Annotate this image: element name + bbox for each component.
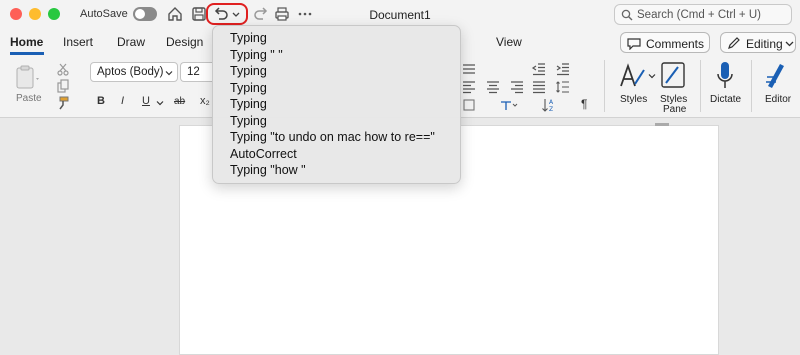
align-left-icon[interactable] (461, 80, 477, 94)
subscript-button[interactable]: x₂ (200, 95, 210, 107)
align-center-icon[interactable] (485, 80, 501, 94)
bold-button[interactable]: B (97, 95, 105, 107)
tab-insert[interactable]: Insert (63, 35, 93, 49)
paste-icon[interactable] (12, 64, 42, 90)
editing-button[interactable]: Editing (720, 32, 796, 53)
editor-label: Editor (765, 94, 792, 105)
styles-label: Styles (620, 94, 648, 105)
styles-pane-icon[interactable] (660, 61, 688, 91)
search-icon (621, 9, 633, 21)
ribbon-divider (604, 60, 605, 112)
comments-button-label: Comments (646, 37, 705, 51)
editing-button-label: Editing (746, 37, 783, 51)
ribbon-divider (700, 60, 701, 112)
bullets-icon[interactable] (461, 62, 477, 76)
increase-indent-icon[interactable] (555, 62, 571, 76)
undo-menu-item[interactable]: Typing (230, 31, 267, 45)
styles-pane-label-line2: Pane (663, 104, 687, 115)
format-painter-icon[interactable] (56, 96, 70, 110)
chevron-down-icon[interactable] (156, 99, 164, 107)
ruler-marker (655, 123, 669, 126)
editor-icon[interactable] (764, 60, 792, 90)
font-size-select[interactable]: 12 (180, 62, 212, 82)
italic-button[interactable]: I (121, 95, 124, 107)
tab-design[interactable]: Design (166, 35, 203, 49)
chevron-down-icon (785, 41, 794, 47)
comments-button[interactable]: Comments (620, 32, 710, 53)
title-bar: AutoSave Document1 Search (Cmd + Ctrl + … (0, 0, 800, 28)
shading-icon[interactable] (461, 98, 477, 112)
decrease-indent-icon[interactable] (531, 62, 547, 76)
undo-menu-item[interactable]: Typing "how " (230, 163, 306, 177)
copy-icon[interactable] (56, 79, 70, 93)
pencil-icon (728, 37, 740, 49)
font-name-value: Aptos (Body) (97, 66, 164, 78)
align-right-icon[interactable] (509, 80, 525, 94)
tab-draw[interactable]: Draw (117, 35, 145, 49)
microphone-icon[interactable] (715, 60, 735, 92)
undo-menu-item[interactable]: Typing (230, 64, 267, 78)
search-input[interactable]: Search (Cmd + Ctrl + U) (614, 4, 792, 25)
font-name-select[interactable]: Aptos (Body) (90, 62, 178, 82)
undo-history-menu: Typing Typing " " Typing Typing Typing T… (212, 25, 461, 184)
line-spacing-icon[interactable] (555, 80, 571, 94)
paste-label: Paste (16, 93, 42, 104)
tab-view[interactable]: View (496, 35, 522, 49)
underline-button[interactable]: U (142, 95, 150, 107)
undo-menu-item[interactable]: Typing "to undo on mac how to re==" (230, 130, 435, 144)
undo-menu-item[interactable]: Typing (230, 97, 267, 111)
strikethrough-button[interactable]: ab (174, 96, 185, 107)
dictate-label: Dictate (710, 94, 742, 105)
chevron-down-icon (165, 71, 173, 76)
undo-menu-item[interactable]: AutoCorrect (230, 147, 297, 161)
pilcrow-icon[interactable]: ¶ (581, 97, 587, 111)
comment-icon (627, 38, 641, 50)
cut-icon[interactable] (56, 62, 70, 76)
chevron-down-icon[interactable] (648, 72, 656, 80)
tab-home[interactable]: Home (10, 35, 43, 49)
undo-menu-item[interactable]: Typing (230, 81, 267, 95)
font-size-value: 12 (187, 66, 200, 78)
ribbon-divider (751, 60, 752, 112)
search-placeholder: Search (Cmd + Ctrl + U) (637, 9, 761, 21)
active-tab-indicator (10, 52, 44, 55)
svg-text:Z: Z (549, 106, 553, 112)
undo-menu-item[interactable]: Typing " " (230, 48, 283, 62)
justify-icon[interactable] (531, 80, 547, 94)
text-direction-icon[interactable] (498, 98, 518, 112)
svg-text:A: A (549, 99, 554, 106)
styles-icon[interactable] (617, 62, 647, 90)
sort-icon[interactable]: A Z (541, 98, 559, 112)
undo-menu-item[interactable]: Typing (230, 114, 267, 128)
